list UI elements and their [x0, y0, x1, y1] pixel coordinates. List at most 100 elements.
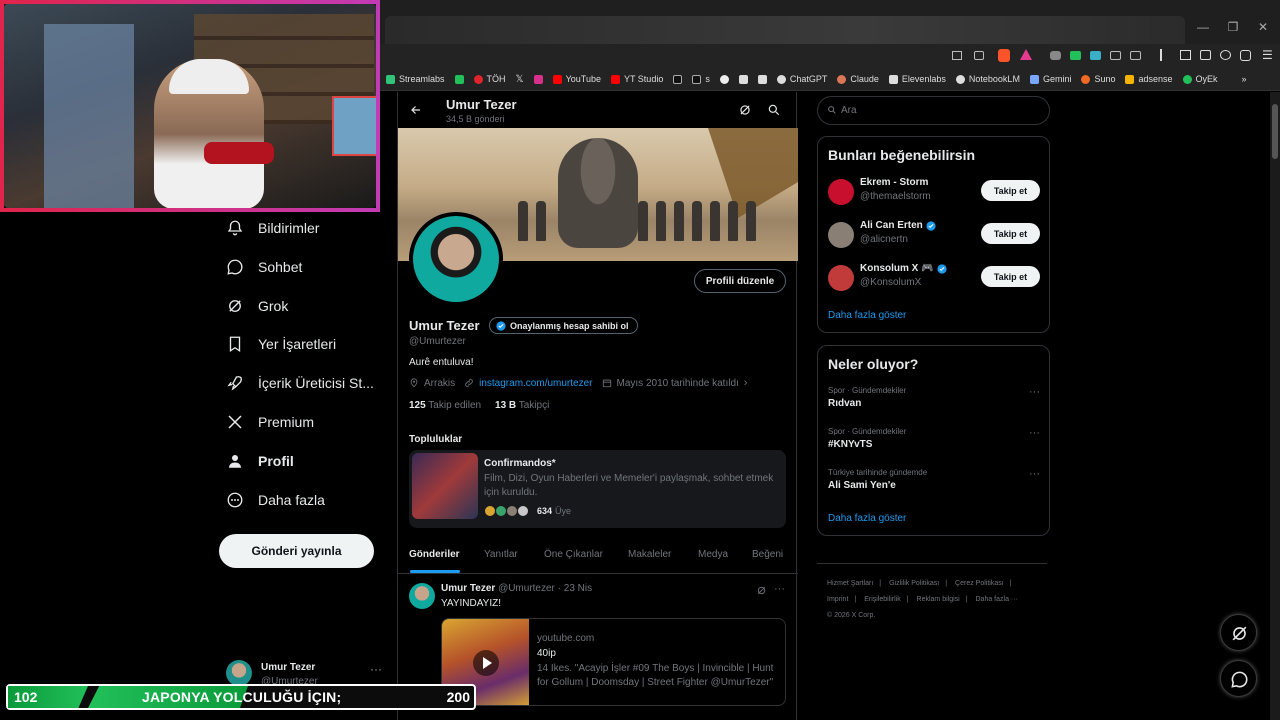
bookmark-item[interactable]: NotebookLM [955, 74, 1020, 84]
bookmark-item[interactable] [757, 74, 767, 84]
avatar[interactable] [409, 583, 435, 609]
footer-link[interactable]: Çerez Politikası [955, 580, 1004, 587]
scrollbar-thumb[interactable] [1272, 104, 1278, 159]
footer-link[interactable]: Reklam bilgisi [917, 596, 960, 603]
trend-item[interactable]: Spor · Gündemdekiler Rıdvan ··· [828, 386, 1040, 416]
bookmark-item[interactable]: YouTube [552, 74, 601, 84]
nav-grok[interactable]: Grok [226, 294, 288, 318]
profile-avatar[interactable] [409, 212, 503, 306]
follow-button[interactable]: Takip et [981, 180, 1040, 201]
suggested-user[interactable]: Ali Can Erten @alicnertn Takip et [828, 220, 1040, 252]
bookmark-item[interactable]: ChatGPT [776, 74, 827, 84]
tab-media[interactable]: Medya [698, 549, 728, 560]
footer-link[interactable]: Gizlilik Politikası [889, 580, 939, 587]
tab-articles[interactable]: Makaleler [628, 549, 671, 560]
bookmark-item[interactable]: Gemini [1029, 74, 1071, 84]
following-link[interactable]: 125 Takip edilen [409, 400, 481, 411]
nav-creator-studio[interactable]: İçerik Üreticisi St... [226, 371, 374, 395]
extension-icon[interactable] [1110, 51, 1121, 60]
follow-button[interactable]: Takip et [981, 223, 1040, 244]
more-icon[interactable]: ··· [1029, 468, 1040, 480]
leo-icon[interactable] [1220, 50, 1231, 60]
tab-highlights[interactable]: Öne Çıkanlar [544, 549, 603, 560]
bookmark-item[interactable] [533, 74, 543, 84]
bookmark-item[interactable]: YT Studio [610, 74, 663, 84]
more-icon[interactable]: ··· [1029, 427, 1040, 439]
bookmark-item[interactable]: OyEk [1182, 74, 1218, 84]
bookmark-item[interactable]: adsense [1125, 74, 1173, 84]
minimize-icon[interactable]: — [1188, 20, 1218, 34]
bookmark-item[interactable]: Elevenlabs [888, 74, 946, 84]
messages-fab[interactable] [1220, 660, 1257, 697]
tab-replies[interactable]: Yanıtlar [484, 549, 518, 560]
more-icon[interactable]: ··· [1029, 386, 1040, 398]
browser-tab-strip[interactable] [385, 16, 1185, 44]
bookmark-item[interactable]: Suno [1081, 74, 1115, 84]
bookmarks-overflow-icon[interactable]: » [1242, 74, 1247, 84]
get-verified-button[interactable]: Onaylanmış hesap sahibi ol [489, 317, 638, 334]
show-more-link[interactable]: Daha fazla göster [828, 310, 906, 321]
grok-fab[interactable] [1220, 614, 1257, 651]
page-scrollbar[interactable] [1270, 92, 1280, 720]
more-icon[interactable]: ··· [370, 662, 382, 676]
brave-shield-icon[interactable] [998, 49, 1010, 62]
bookmark-item[interactable] [738, 74, 748, 84]
extension-icon[interactable] [1070, 51, 1081, 60]
bookmark-item[interactable]: TÖH [473, 74, 506, 84]
post-date[interactable]: · 23 Nis [558, 583, 592, 594]
restore-icon[interactable]: ❐ [1218, 20, 1248, 34]
follow-button[interactable]: Takip et [981, 266, 1040, 287]
trend-item[interactable]: Spor · Gündemdekiler #KNYvTS ··· [828, 427, 1040, 457]
bookmark-item[interactable] [719, 74, 729, 84]
grok-icon[interactable] [756, 585, 767, 596]
edit-profile-button[interactable]: Profili düzenle [694, 269, 786, 293]
chevron-right-icon[interactable]: › [744, 377, 748, 389]
nav-more[interactable]: Daha fazla [226, 488, 325, 512]
play-icon[interactable] [472, 649, 500, 677]
community-card[interactable]: Confirmandos* Film, Dizi, Oyun Haberleri… [409, 450, 786, 528]
more-icon[interactable]: ··· [774, 583, 785, 595]
bookmark-item[interactable]: s [692, 74, 710, 84]
footer-link[interactable]: Hizmet Şartları [827, 580, 873, 587]
close-icon[interactable]: ✕ [1248, 20, 1278, 34]
extension-icon[interactable] [1050, 51, 1061, 60]
share-icon[interactable] [974, 51, 984, 60]
tab-likes[interactable]: Beğeni [752, 549, 783, 560]
followers-link[interactable]: 13 B Takipçi [495, 400, 549, 411]
brave-rewards-icon[interactable] [1020, 49, 1032, 60]
media-icon[interactable] [1160, 49, 1168, 61]
nav-notifications[interactable]: Bildirimler [226, 216, 319, 240]
search-icon[interactable] [767, 103, 781, 117]
nav-chat[interactable]: Sohbet [226, 255, 302, 279]
back-arrow-icon[interactable] [410, 104, 422, 116]
nav-bookmarks[interactable]: Yer İşaretleri [226, 332, 336, 356]
nav-profile[interactable]: Profil [226, 449, 294, 473]
search-input[interactable]: Ara [817, 96, 1050, 125]
footer-link[interactable]: Imprint [827, 596, 848, 603]
wallet-icon[interactable] [1200, 50, 1211, 60]
nav-premium[interactable]: Premium [226, 410, 314, 434]
show-more-link[interactable]: Daha fazla göster [828, 513, 906, 524]
bookmark-item[interactable] [673, 74, 683, 84]
bookmark-item[interactable]: Claude [837, 74, 879, 84]
suggested-user[interactable]: Ekrem - Storm @themaelstorm Takip et [828, 177, 1040, 209]
extension-icon[interactable] [1130, 51, 1141, 60]
tab-posts[interactable]: Gönderiler [409, 549, 460, 560]
trend-item[interactable]: Türkiye tarihinde gündemde Ali Sami Yen'… [828, 468, 1040, 498]
bookmark-item[interactable]: Streamlabs [386, 74, 445, 84]
bookmark-item[interactable]: 𝕏 [516, 74, 524, 85]
suggested-user[interactable]: Konsolum X 🎮 @KonsolumX Takip et [828, 263, 1040, 295]
link-card[interactable]: youtube.com 40ip 14 Ikes. "Acayip İşler … [441, 618, 786, 706]
vpn-icon[interactable] [1240, 50, 1251, 61]
cast-icon[interactable] [952, 51, 962, 60]
post-button[interactable]: Gönderi yayınla [219, 534, 374, 568]
post-author[interactable]: Umur Tezer [441, 583, 495, 594]
menu-icon[interactable]: ☰ [1262, 48, 1273, 62]
footer-link[interactable]: Daha fazla ··· [976, 596, 1018, 603]
sidebar-icon[interactable] [1180, 50, 1191, 60]
extension-icon[interactable] [1090, 51, 1101, 60]
grok-icon[interactable] [738, 103, 752, 117]
bookmark-item[interactable] [454, 74, 464, 84]
footer-link[interactable]: Erişilebilirlik [864, 596, 901, 603]
profile-link[interactable]: instagram.com/umurtezer [479, 378, 592, 389]
